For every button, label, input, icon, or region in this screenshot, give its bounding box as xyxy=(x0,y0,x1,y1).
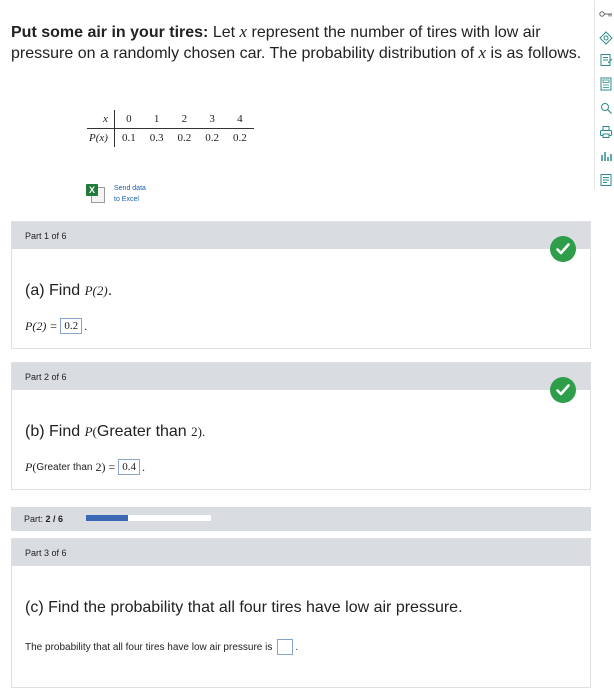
probability-distribution-table: x 0 1 2 3 4 P(x) 0.1 0.3 0.2 0.2 0.2 xyxy=(87,110,254,147)
save-icon[interactable] xyxy=(598,172,614,188)
table-x-value: 1 xyxy=(142,110,171,129)
table-p-value: 0.2 xyxy=(205,132,219,144)
calculator-icon[interactable] xyxy=(598,76,614,92)
part-1-question: (a) Find P(2). xyxy=(25,282,113,299)
part-3-answer: The probability that all four tires have… xyxy=(25,639,298,655)
part-3-header: Part 3 of 6 xyxy=(12,539,590,566)
answer-field[interactable] xyxy=(277,639,294,655)
part-1-header: Part 1 of 6 xyxy=(12,222,590,249)
printer-icon[interactable] xyxy=(598,124,614,140)
part-2-answer: P(Greater than 2) = 0.4 . xyxy=(25,459,146,475)
table-x-value: 4 xyxy=(225,110,254,129)
progress-value: 2 / 6 xyxy=(45,514,64,524)
table-p-value: 0.1 xyxy=(121,132,136,144)
part-3-question: (c) Find the probability that all four t… xyxy=(25,599,463,616)
progress-label: Part: xyxy=(24,514,44,524)
answer-lhs: P(2) = xyxy=(25,318,58,333)
answer-field[interactable]: 0.4 xyxy=(118,459,141,475)
chart-icon[interactable] xyxy=(598,148,614,164)
send-to-excel-link[interactable]: X Send data to Excel xyxy=(86,183,146,205)
table-p-value: 0.2 xyxy=(232,132,247,144)
excel-icon: X xyxy=(86,184,106,204)
problem-title: Put some air in your tires: xyxy=(11,24,209,41)
table-x-value: 2 xyxy=(170,110,199,129)
part-2-panel: Part 2 of 6 (b) Find P(Greater than 2). … xyxy=(11,362,591,490)
progress-bar xyxy=(86,515,211,521)
progress-bar-row: Part: 2 / 6 xyxy=(11,507,591,531)
part-1-panel: Part 1 of 6 (a) Find P(2). P(2) = 0.2 . xyxy=(11,221,591,349)
problem-statement: Put some air in your tires: Let x repres… xyxy=(11,22,591,64)
send-to-excel-label[interactable]: Send data to Excel xyxy=(114,183,146,205)
part-3-panel: Part 3 of 6 (c) Find the probability tha… xyxy=(11,538,591,688)
progress-fill xyxy=(86,515,128,521)
answer-field[interactable]: 0.2 xyxy=(60,318,83,334)
table-x-value: 0 xyxy=(114,110,143,129)
part-2-question: (b) Find P(Greater than 2). xyxy=(25,423,206,440)
edit-icon[interactable] xyxy=(598,52,614,68)
part-1-answer: P(2) = 0.2 . xyxy=(25,318,88,334)
part-2-header: Part 2 of 6 xyxy=(12,363,590,390)
problem-text-1: Let xyxy=(212,24,236,41)
table-p-value: 0.2 xyxy=(177,132,192,144)
check-icon xyxy=(550,377,576,403)
table-x-value: 3 xyxy=(198,110,226,129)
problem-variable: x xyxy=(239,22,248,41)
table-p-row: P(x) 0.1 0.3 0.2 0.2 0.2 xyxy=(87,128,254,147)
check-icon xyxy=(550,236,576,262)
search-book-icon[interactable] xyxy=(598,100,614,116)
key-icon[interactable] xyxy=(598,6,614,22)
problem-variable-2: x xyxy=(478,43,487,62)
table-p-value: 0.3 xyxy=(149,132,164,144)
problem-text-3: is as follows. xyxy=(490,45,582,62)
compass-icon[interactable] xyxy=(598,30,614,46)
table-header-row: x 0 1 2 3 4 xyxy=(87,110,254,129)
sidebar-divider xyxy=(594,0,595,190)
table-x-label: x xyxy=(87,110,115,129)
table-p-label: P(x) xyxy=(87,128,115,147)
